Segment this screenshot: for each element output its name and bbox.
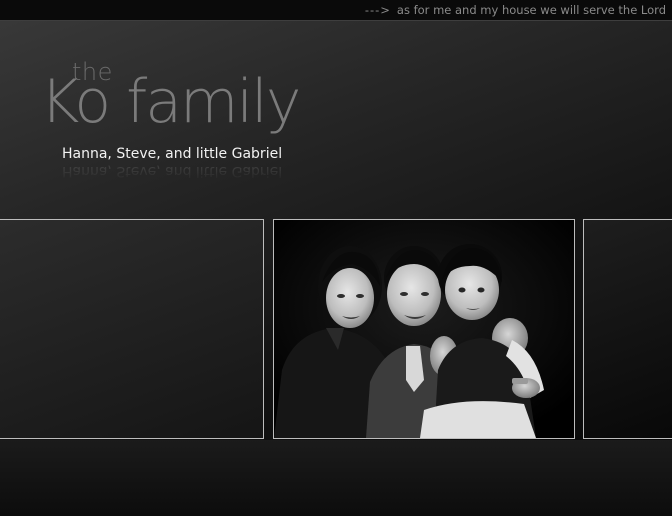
subtitle-reflection: Hanna, Steve, and little Gabriel bbox=[62, 163, 283, 179]
top-bar: ---> as for me and my house we will serve… bbox=[0, 0, 672, 21]
arrow-icon: ---> bbox=[364, 3, 391, 17]
page-subtitle: Hanna, Steve, and little Gabriel bbox=[62, 146, 283, 162]
logo-family-name: Ko family bbox=[40, 67, 301, 137]
gallery-frame-left[interactable] bbox=[0, 219, 264, 439]
bottom-bar bbox=[0, 440, 672, 516]
tagline-text: as for me and my house we will serve the… bbox=[396, 3, 666, 17]
gallery-frame-center[interactable] bbox=[273, 219, 575, 439]
gallery-frame-right[interactable] bbox=[583, 219, 672, 439]
tagline: ---> as for me and my house we will serve… bbox=[365, 3, 666, 17]
page: ---> as for me and my house we will serve… bbox=[0, 0, 672, 516]
family-photo bbox=[274, 220, 574, 438]
